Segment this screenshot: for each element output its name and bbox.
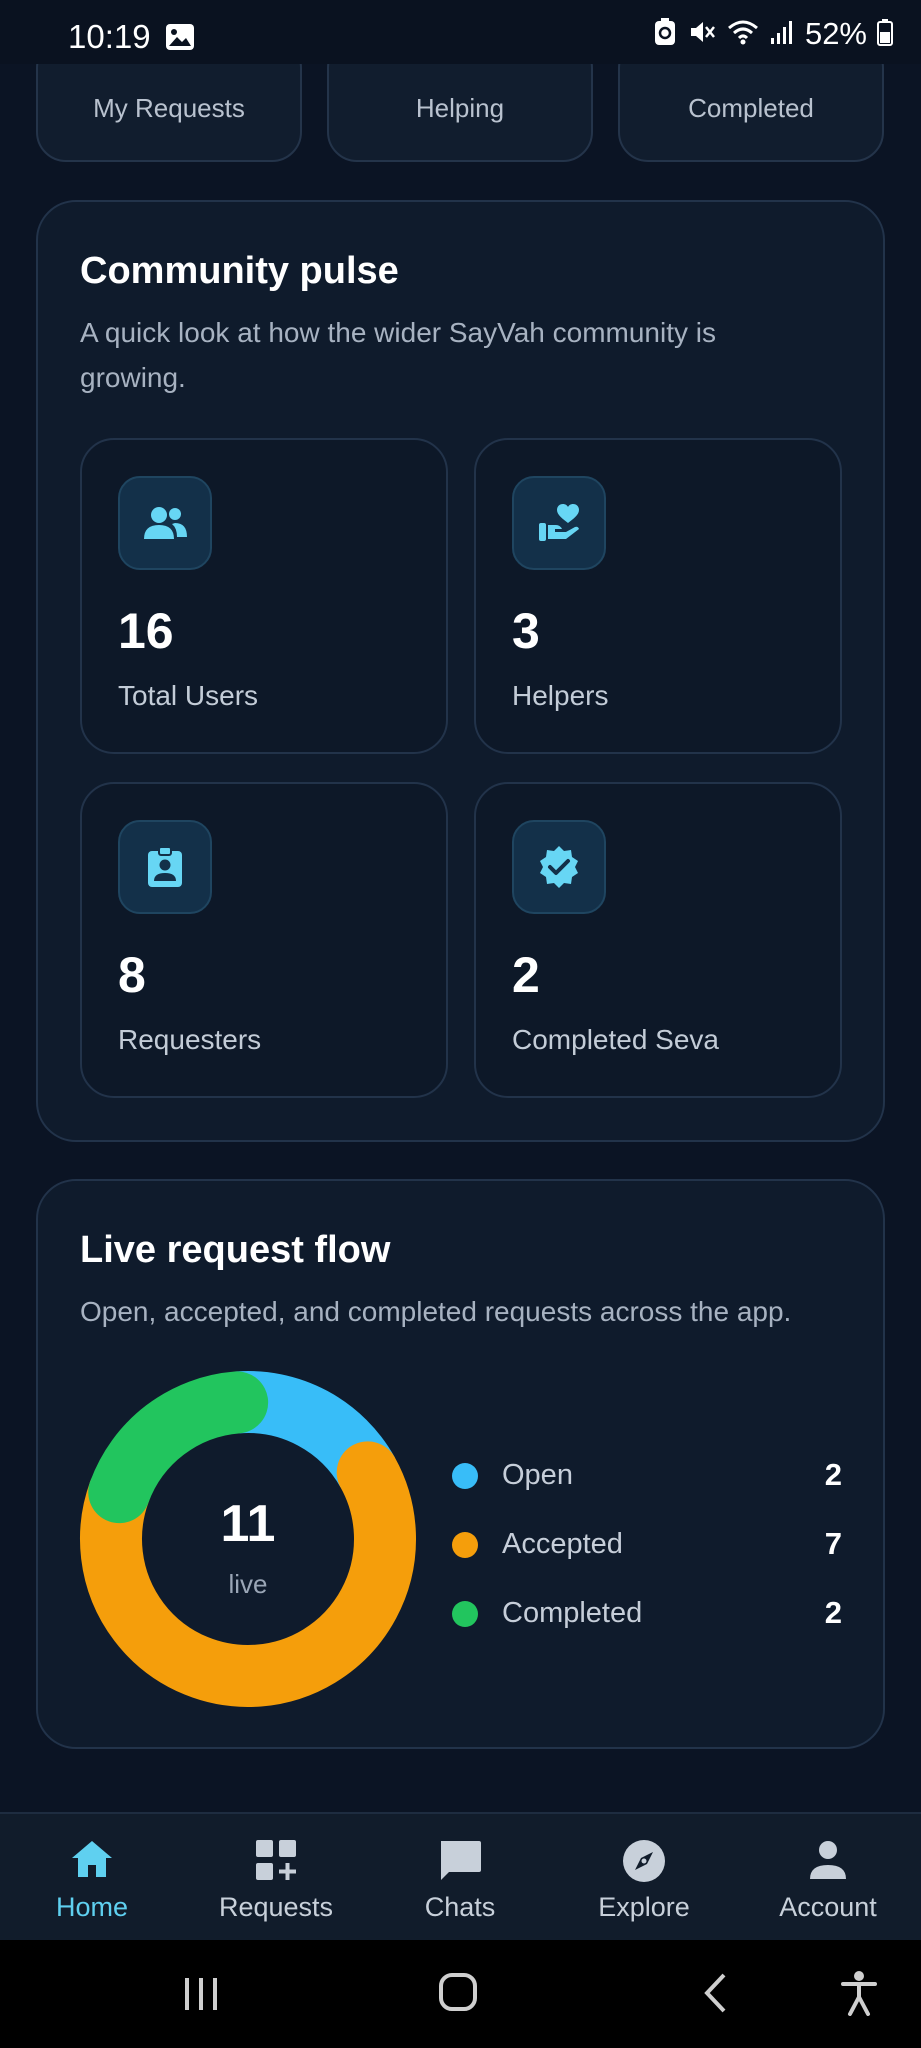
total-users-label: Total Users	[118, 680, 259, 711]
legend-label-open: Open	[502, 1459, 573, 1491]
battery-percent: 52%	[804, 16, 867, 51]
mute-icon	[687, 17, 717, 52]
accessibility-icon[interactable]	[840, 1970, 878, 2021]
status-time: 10:19	[68, 18, 151, 55]
nav-account-label: Account	[779, 1892, 877, 1922]
nav-home-label: Home	[55, 1892, 129, 1922]
verified-badge-icon	[512, 820, 606, 914]
legend-label-completed: Completed	[502, 1597, 643, 1629]
requesters-label: Requesters	[118, 1024, 262, 1055]
helpers-value: 3	[512, 603, 540, 659]
legend-dot-open	[452, 1463, 478, 1489]
grid-add-icon	[184, 1838, 368, 1888]
community-pulse-title: Community pulse	[80, 250, 399, 292]
badge-person-icon	[118, 820, 212, 914]
nav-explore[interactable]: Explore	[552, 1814, 736, 1942]
person-icon	[736, 1838, 920, 1888]
completed-seva-value: 2	[512, 947, 540, 1003]
donut-slice-completed	[88, 1371, 269, 1524]
bottom-navigation: Home Requests Chats Explore Account	[0, 1812, 921, 1942]
status-bar: 10:19 52%	[0, 0, 921, 64]
legend-dot-accepted	[452, 1532, 478, 1558]
total-users-value: 16	[118, 603, 174, 659]
stat-completed-seva: 2 Completed Seva	[474, 782, 842, 1098]
chat-icon	[368, 1838, 552, 1888]
legend-value-open: 2	[824, 1457, 842, 1492]
completed-label: Completed	[688, 93, 814, 123]
donut-total-label: live	[228, 1569, 268, 1599]
helpers-label: Helpers	[512, 680, 609, 711]
nav-chats[interactable]: Chats	[368, 1814, 552, 1942]
compass-icon	[552, 1838, 736, 1888]
home-button-icon[interactable]	[438, 1972, 478, 2017]
recycle-icon	[653, 17, 677, 52]
legend-open: Open 2	[452, 1451, 842, 1501]
system-navigation-bar	[0, 1940, 921, 2048]
stat-helpers: 3 Helpers	[474, 438, 842, 754]
legend-value-completed: 2	[824, 1595, 842, 1630]
helping-label: Helping	[415, 93, 505, 123]
nav-requests-label: Requests	[218, 1892, 334, 1922]
subtitle-line-2: growing.	[80, 362, 186, 393]
completed-seva-label: Completed Seva	[512, 1024, 720, 1055]
my-requests-label: My Requests	[93, 93, 245, 123]
users-icon	[118, 476, 212, 570]
stat-requesters: 8 Requesters	[80, 782, 448, 1098]
subtitle-line-1: A quick look at how the wider SayVah com…	[80, 317, 717, 348]
community-pulse-subtitle: A quick look at how the wider SayVah com…	[80, 310, 716, 400]
gallery-notification-icon	[165, 23, 195, 56]
legend-completed: Completed 2	[452, 1589, 842, 1639]
legend-dot-completed	[452, 1601, 478, 1627]
request-donut-chart: 11 live	[78, 1369, 418, 1709]
home-icon	[0, 1838, 184, 1888]
battery-icon	[877, 18, 893, 51]
recents-icon[interactable]	[182, 1974, 220, 2019]
nav-requests[interactable]: Requests	[184, 1814, 368, 1942]
live-request-flow-subtitle: Open, accepted, and completed requests a…	[80, 1296, 792, 1327]
signal-icon	[769, 18, 795, 51]
nav-home[interactable]: Home	[0, 1814, 184, 1942]
nav-explore-label: Explore	[598, 1892, 690, 1922]
nav-account[interactable]: Account	[736, 1814, 920, 1942]
stat-total-users: 16 Total Users	[80, 438, 448, 754]
live-request-flow-card: Live request flow Open, accepted, and co…	[36, 1179, 885, 1749]
helping-hand-heart-icon	[512, 476, 606, 570]
requesters-value: 8	[118, 947, 146, 1003]
back-icon[interactable]	[700, 1972, 730, 2019]
community-pulse-card: Community pulse A quick look at how the …	[36, 200, 885, 1142]
status-icons: 52%	[653, 16, 893, 52]
wifi-icon	[727, 18, 759, 51]
nav-chats-label: Chats	[424, 1892, 496, 1922]
legend-label-accepted: Accepted	[502, 1528, 623, 1560]
live-request-flow-title: Live request flow	[80, 1229, 391, 1271]
legend-accepted: Accepted 7	[452, 1520, 842, 1570]
legend-value-accepted: 7	[824, 1526, 842, 1561]
donut-total-value: 11	[220, 1495, 276, 1553]
